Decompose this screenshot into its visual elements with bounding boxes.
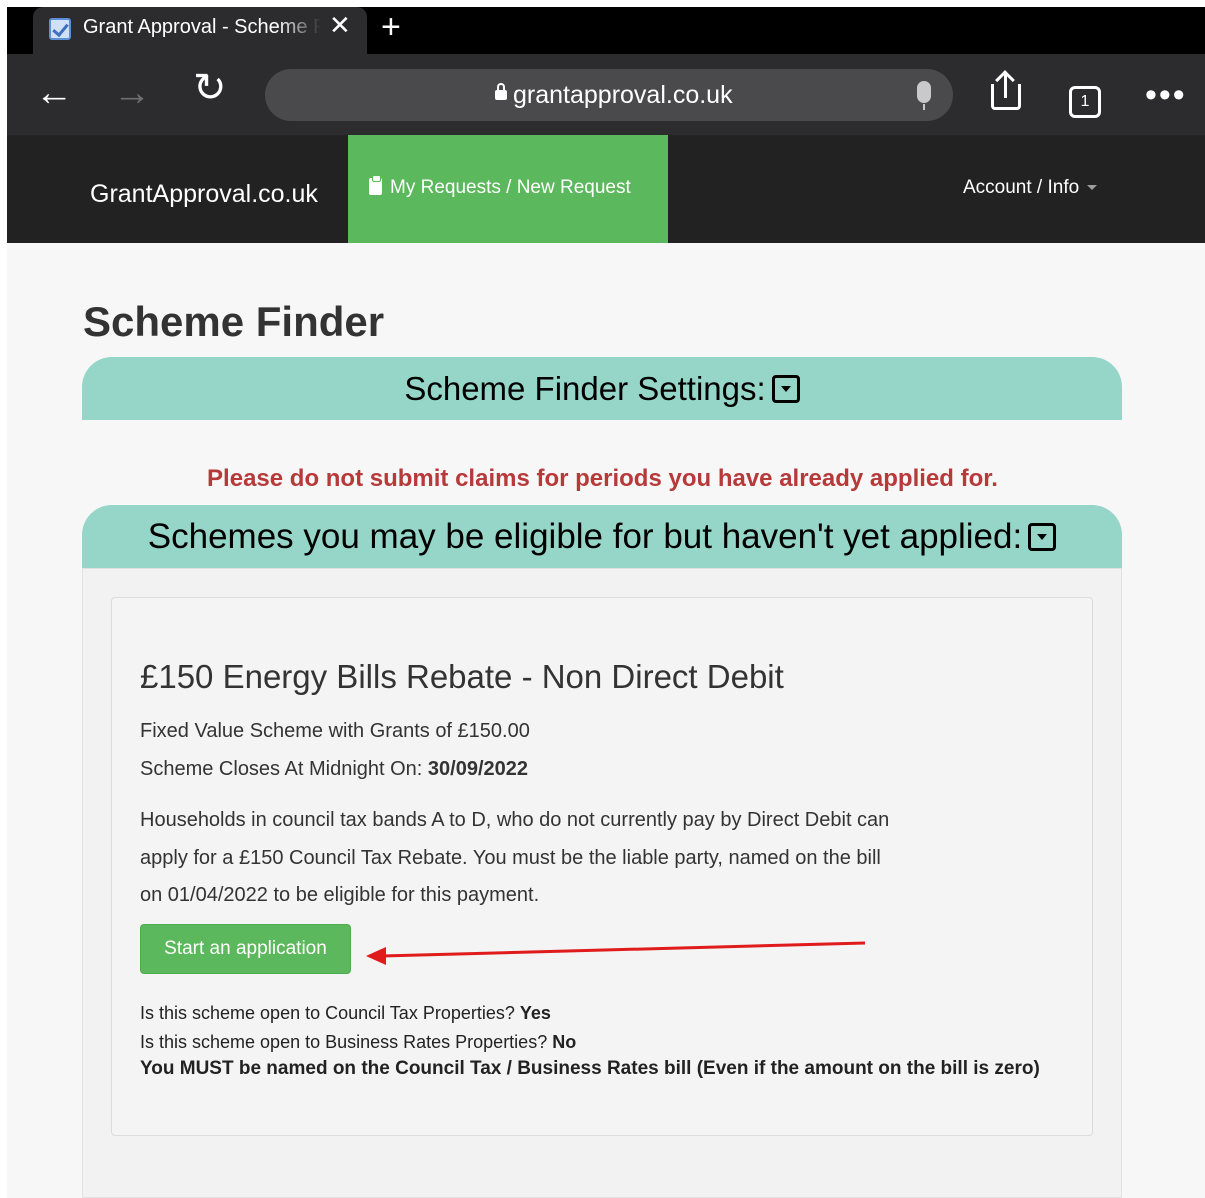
page-title: Scheme Finder [83,298,385,345]
url-text: grantapproval.co.uk [513,81,733,109]
dropdown-toggle-icon[interactable] [1028,523,1057,551]
scheme-title: £150 Energy Bills Rebate - Non Direct De… [140,658,784,695]
business-rates-answer: No [552,1032,577,1052]
settings-panel-header[interactable]: Scheme Finder Settings: [82,357,1122,420]
tabs-icon[interactable]: 1 [1069,86,1101,118]
scheme-value: Fixed Value Scheme with Grants of £150.0… [140,720,530,742]
close-icon[interactable]: ✕ [329,12,351,38]
site-brand[interactable]: GrantApproval.co.uk [90,180,318,209]
plus-icon[interactable]: + [381,10,401,44]
nav-my-requests-label: My Requests / New Request [390,177,631,198]
must-be-named-note: You MUST be named on the Council Tax / B… [140,1058,1040,1079]
address-bar[interactable]: grantapproval.co.uk [265,69,953,121]
scheme-closes-label: Scheme Closes At Midnight On: [140,758,423,780]
council-tax-question: Is this scheme open to Council Tax Prope… [140,1003,515,1023]
browser-tab[interactable]: Grant Approval - Scheme Finder ✕ [33,7,367,54]
scheme-closes-date: 30/09/2022 [427,758,529,780]
business-rates-eligibility: Is this scheme open to Business Rates Pr… [140,1032,576,1053]
site-navbar: GrantApproval.co.uk My Requests / New Re… [7,135,1205,243]
account-menu-label: Account / Info [963,177,1080,198]
nav-my-requests[interactable]: My Requests / New Request [348,135,668,243]
site-favicon-icon [49,18,71,40]
account-menu[interactable]: Account / Info [963,177,1098,199]
browser-toolbar: ← → ↻ grantapproval.co.uk 1 ••• [7,54,1205,135]
caret-down-icon [1087,185,1098,191]
share-icon[interactable] [991,70,1021,112]
clipboard-icon [369,175,382,195]
eligible-header-text: Schemes you may be eligible for but have… [147,517,1023,556]
council-tax-eligibility: Is this scheme open to Council Tax Prope… [140,1003,551,1024]
dropdown-toggle-icon[interactable] [771,375,800,403]
lock-icon [495,83,507,100]
business-rates-question: Is this scheme open to Business Rates Pr… [140,1032,548,1052]
start-application-button[interactable]: Start an application [140,924,351,974]
back-icon[interactable]: ← [35,74,73,112]
settings-header-text: Scheme Finder Settings: [404,370,766,407]
arrow-head [366,947,386,965]
scheme-closes: Scheme Closes At Midnight On: 30/09/2022 [140,758,528,781]
forward-icon[interactable]: → [113,74,151,112]
council-tax-answer: Yes [519,1003,551,1023]
warning-message: Please do not submit claims for periods … [207,465,998,492]
reload-icon[interactable]: ↻ [193,68,227,108]
microphone-icon[interactable] [917,81,931,110]
scheme-description: Households in council tax bands A to D, … [140,809,890,906]
tab-strip: Grant Approval - Scheme Finder ✕ + [7,7,1205,54]
more-icon[interactable]: ••• [1145,76,1187,115]
annotation-arrow [366,941,866,965]
eligible-panel-header[interactable]: Schemes you may be eligible for but have… [82,505,1122,568]
tab-title: Grant Approval - Scheme Finder [83,16,321,38]
arrow-shaft [381,941,866,958]
